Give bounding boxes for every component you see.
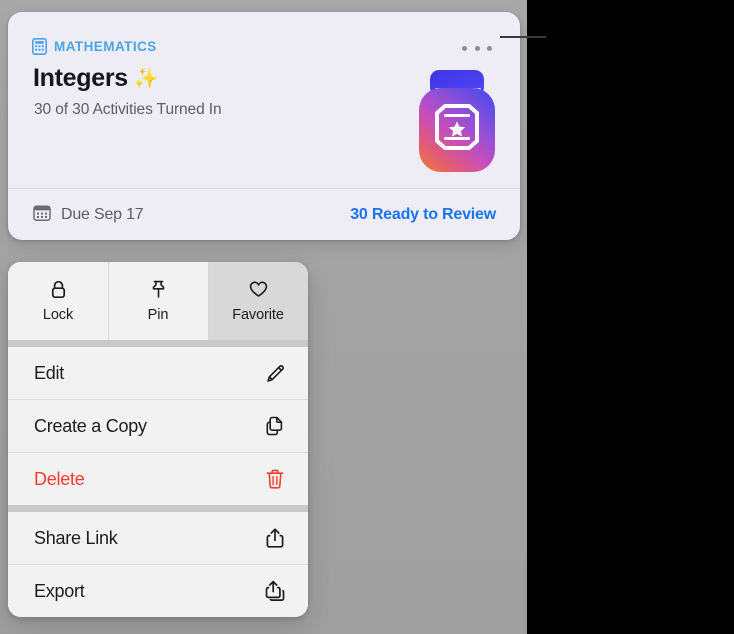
calculator-icon	[32, 38, 47, 55]
dimmed-app-background: MATHEMATICS Integers ✨ 30 of 30 Activiti…	[0, 0, 527, 634]
menu-item-label: Create a Copy	[34, 415, 147, 436]
context-menu-tile-favorite[interactable]: Favorite	[208, 262, 308, 340]
context-menu-tile-label: Favorite	[232, 307, 284, 323]
assignment-card-footer: Due Sep 17 30 Ready to Review	[8, 189, 520, 240]
menu-item-delete[interactable]: Delete	[8, 453, 308, 505]
subject-label: MATHEMATICS	[54, 39, 157, 54]
due-date-group: Due Sep 17	[33, 204, 144, 226]
menu-item-share-link[interactable]: Share Link	[8, 512, 308, 564]
copy-icon	[264, 414, 286, 438]
schoolwork-app-icon	[411, 70, 503, 178]
menu-group-separator	[8, 505, 308, 512]
ellipsis-dot	[474, 45, 480, 51]
context-menu-tile-label: Lock	[42, 307, 74, 323]
heart-icon	[248, 279, 269, 300]
assignment-progress-text: 30 of 30 Activities Turned In	[34, 101, 222, 118]
subject-row: MATHEMATICS	[32, 38, 157, 55]
assignment-title: Integers	[33, 64, 128, 92]
more-options-button[interactable]	[462, 40, 492, 56]
context-menu-tile-row: Lock Pin Favorite	[8, 262, 308, 340]
menu-item-label: Share Link	[34, 527, 118, 548]
screenshot-stage: MATHEMATICS Integers ✨ 30 of 30 Activiti…	[0, 0, 734, 634]
menu-item-label: Delete	[34, 468, 85, 489]
share-icon	[264, 526, 286, 550]
menu-item-label: Edit	[34, 362, 65, 383]
context-menu-tile-pin[interactable]: Pin	[108, 262, 208, 340]
assignment-card[interactable]: MATHEMATICS Integers ✨ 30 of 30 Activiti…	[8, 12, 520, 240]
ready-to-review-link[interactable]: 30 Ready to Review	[350, 206, 496, 224]
menu-group-separator	[8, 340, 308, 347]
menu-item-create-a-copy[interactable]: Create a Copy	[8, 400, 308, 452]
menu-item-label: Export	[34, 580, 85, 601]
menu-item-edit[interactable]: Edit	[8, 347, 308, 399]
pencil-icon	[264, 361, 286, 385]
menu-item-export[interactable]: Export	[8, 565, 308, 617]
pin-icon	[148, 279, 169, 300]
sparkles-icon: ✨	[133, 67, 159, 90]
callout-line	[500, 36, 546, 38]
context-menu-tile-lock[interactable]: Lock	[8, 262, 108, 340]
lock-icon	[48, 279, 69, 300]
assignment-title-row: Integers ✨	[33, 64, 159, 93]
context-menu-tile-label: Pin	[147, 307, 169, 323]
ellipsis-dot	[462, 45, 467, 51]
trash-icon	[264, 467, 286, 491]
context-menu[interactable]: Lock Pin Favorite Edit Create a Copy Del…	[8, 262, 308, 617]
calendar-icon	[33, 204, 51, 226]
ellipsis-dot	[487, 45, 492, 51]
assignment-card-body: MATHEMATICS Integers ✨ 30 of 30 Activiti…	[8, 12, 520, 188]
export-icon	[264, 579, 286, 603]
due-date-text: Due Sep 17	[61, 205, 144, 223]
